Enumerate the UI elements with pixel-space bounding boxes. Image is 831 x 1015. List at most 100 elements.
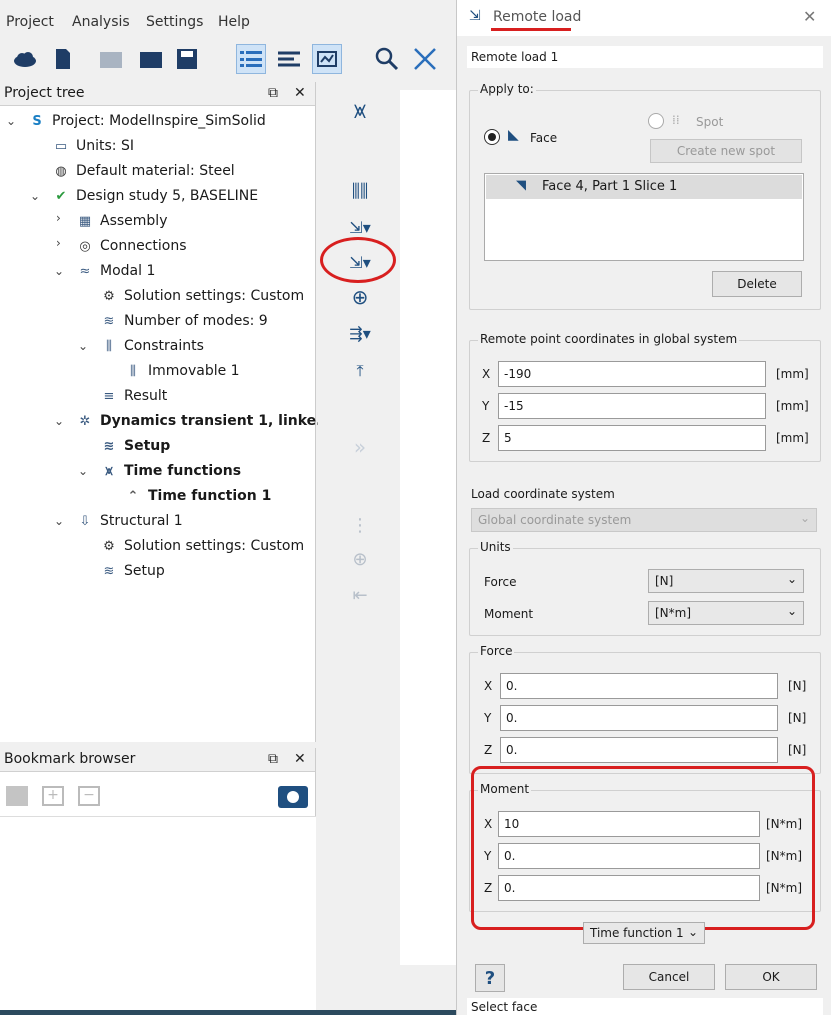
remote-point-z-input[interactable]: 5 bbox=[498, 425, 766, 451]
force-z-input[interactable]: 0. bbox=[500, 737, 778, 763]
remote-point-x-input[interactable]: -190 bbox=[498, 361, 766, 387]
tree-item-modal[interactable]: ≈ Modal 1 bbox=[76, 260, 156, 282]
spot-radio[interactable] bbox=[648, 113, 664, 129]
tree-item-design-study[interactable]: ✔ Design study 5, BASELINE bbox=[52, 185, 259, 207]
dynamics-icon: ✲ bbox=[79, 413, 91, 429]
tree-item-units[interactable]: ▭ Units: SI bbox=[52, 135, 134, 157]
load-name-field[interactable]: Remote load 1 bbox=[467, 46, 823, 68]
tree-item-label: Project: ModelInspire_SimSolid bbox=[52, 113, 266, 129]
tree-item-result[interactable]: ≡ Result bbox=[100, 385, 168, 407]
folder-icon[interactable] bbox=[136, 44, 166, 74]
tree-item-project[interactable]: S Project: ModelInspire_SimSolid bbox=[28, 110, 266, 132]
float-icon[interactable]: ⧉ bbox=[268, 751, 278, 767]
close-icon[interactable]: ✕ bbox=[294, 85, 306, 101]
disabled-target-icon: ⊕ bbox=[352, 548, 368, 570]
chevron-down-icon[interactable]: ⌄ bbox=[54, 264, 64, 278]
ok-button[interactable]: OK bbox=[725, 964, 817, 990]
tree-item-dynamics-transient[interactable]: ✲ Dynamics transient 1, linke... bbox=[76, 410, 333, 432]
force-x-input[interactable]: 0. bbox=[500, 673, 778, 699]
chevron-right-icon[interactable]: › bbox=[56, 211, 61, 225]
menu-project[interactable]: Project bbox=[6, 14, 54, 30]
chevron-down-icon[interactable]: ⌄ bbox=[30, 189, 40, 203]
tree-item-material[interactable]: ◍ Default material: Steel bbox=[52, 160, 235, 182]
save-icon[interactable] bbox=[172, 44, 202, 74]
dialog-titlebar: ⇲ Remote load ✕ bbox=[457, 0, 831, 36]
moment-unit-select[interactable]: [N*m] ⌄ bbox=[648, 601, 804, 625]
list-view-icon[interactable] bbox=[236, 44, 266, 74]
chevron-down-icon[interactable]: ⌄ bbox=[6, 114, 16, 128]
main-toolbar bbox=[0, 38, 460, 82]
pressure-tool-icon[interactable]: ⊕ bbox=[342, 282, 378, 312]
open-folder-icon[interactable] bbox=[96, 44, 126, 74]
cloud-icon[interactable] bbox=[10, 44, 40, 74]
face-list[interactable]: ◥ Face 4, Part 1 Slice 1 bbox=[484, 173, 804, 261]
constraint-icon: ⫼ bbox=[106, 338, 112, 354]
vertical-toolbar: ⩙ ⫼⫼ ⇲▾ ⇲▾ ⊕ ⇶▾ ⤒ » ⋮ ⊕ ⇤ bbox=[318, 82, 400, 982]
force-group: Force X 0. [N] Y 0. [N] Z 0. [N] bbox=[469, 644, 821, 774]
result-icon: ≡ bbox=[103, 388, 115, 404]
cross-arrows-icon[interactable] bbox=[410, 44, 440, 74]
close-icon[interactable]: ✕ bbox=[803, 7, 816, 26]
chevron-right-icon[interactable]: › bbox=[56, 236, 61, 250]
create-new-spot-button[interactable]: Create new spot bbox=[650, 139, 802, 163]
tree-item-solution-settings[interactable]: ⚙ Solution settings: Custom bbox=[100, 285, 304, 307]
tree-item-label: Time function 1 bbox=[148, 488, 272, 504]
menu-help[interactable]: Help bbox=[218, 14, 250, 30]
graphics-canvas[interactable] bbox=[400, 90, 456, 965]
wave-icon: ≋ bbox=[103, 438, 115, 454]
help-button[interactable]: ? bbox=[475, 964, 505, 992]
tree-item-structural[interactable]: ⇩ Structural 1 bbox=[76, 510, 183, 532]
simsolid-logo-icon: S bbox=[32, 113, 42, 129]
run-icon[interactable]: » bbox=[342, 432, 378, 462]
close-icon[interactable]: ✕ bbox=[294, 751, 306, 767]
time-function-tool-icon[interactable]: ⩙ bbox=[342, 96, 378, 126]
expand-icon[interactable]: + bbox=[42, 786, 64, 806]
face-radio[interactable] bbox=[484, 129, 500, 145]
tree-item-label: Default material: Steel bbox=[76, 163, 235, 179]
collapse-icon[interactable]: − bbox=[78, 786, 100, 806]
chevron-down-icon[interactable]: ⌄ bbox=[54, 514, 64, 528]
lines-icon[interactable] bbox=[274, 44, 304, 74]
tree-item-number-of-modes[interactable]: ≋ Number of modes: 9 bbox=[100, 310, 268, 332]
menu-settings[interactable]: Settings bbox=[146, 14, 203, 30]
chevron-down-icon[interactable]: ⌄ bbox=[78, 464, 88, 478]
list-item[interactable]: ◥ Face 4, Part 1 Slice 1 bbox=[486, 175, 802, 199]
menu-analysis[interactable]: Analysis bbox=[72, 14, 130, 30]
bolt-tool-icon[interactable]: ⇶▾ bbox=[342, 318, 378, 348]
apply-to-group: Apply to: ◣ Face ⁞⁞ Spot Create new spot… bbox=[469, 82, 821, 310]
displacement-tool-icon[interactable]: ⤒ bbox=[342, 356, 378, 386]
chevron-down-icon[interactable]: ⌄ bbox=[54, 414, 64, 428]
model-view-icon[interactable] bbox=[312, 44, 342, 74]
tree-item-label: Dynamics transient 1, linke... bbox=[100, 413, 333, 429]
annotation-rectangle bbox=[471, 766, 815, 930]
constraint-tool-icon[interactable]: ⫼⫼ bbox=[342, 176, 378, 206]
time-function-select[interactable]: Time function 1 ⌄ bbox=[583, 922, 705, 944]
tree-item-constraints[interactable]: ⫼ Constraints bbox=[100, 335, 204, 357]
tree-item-solution-settings-2[interactable]: ⚙ Solution settings: Custom bbox=[100, 535, 304, 557]
unit-label: [mm] bbox=[776, 367, 809, 381]
new-file-icon[interactable] bbox=[48, 44, 78, 74]
camera-icon[interactable] bbox=[278, 786, 308, 808]
time-function-value: Time function 1 bbox=[590, 926, 684, 940]
tree-item-setup[interactable]: ≋ Setup bbox=[100, 435, 171, 457]
tree-item-assembly[interactable]: ▦ Assembly bbox=[76, 210, 168, 232]
float-icon[interactable]: ⧉ bbox=[268, 85, 278, 101]
force-y-input[interactable]: 0. bbox=[500, 705, 778, 731]
tree-item-setup-2[interactable]: ≋ Setup bbox=[100, 560, 165, 582]
force-unit-select[interactable]: [N] ⌄ bbox=[648, 569, 804, 593]
tree-item-time-functions[interactable]: ⩙ Time functions bbox=[100, 460, 241, 482]
inspect-icon[interactable] bbox=[372, 44, 402, 74]
design-study-icon: ✔ bbox=[55, 188, 67, 204]
tree-item-time-function[interactable]: ⌃ Time function 1 bbox=[124, 485, 272, 507]
chevron-down-icon[interactable]: ⌄ bbox=[78, 339, 88, 353]
connections-icon: ◎ bbox=[79, 238, 91, 254]
load-cs-select[interactable]: Global coordinate system ⌄ bbox=[471, 508, 817, 532]
delete-button[interactable]: Delete bbox=[712, 271, 802, 297]
unit-label: [N] bbox=[788, 711, 807, 725]
cancel-button[interactable]: Cancel bbox=[623, 964, 715, 990]
tree-item-connections[interactable]: ◎ Connections bbox=[76, 235, 186, 257]
bookmark-stack-icon[interactable] bbox=[6, 786, 28, 806]
tree-item-label: Assembly bbox=[100, 213, 168, 229]
remote-point-y-input[interactable]: -15 bbox=[498, 393, 766, 419]
tree-item-immovable[interactable]: ⫼ Immovable 1 bbox=[124, 360, 240, 382]
